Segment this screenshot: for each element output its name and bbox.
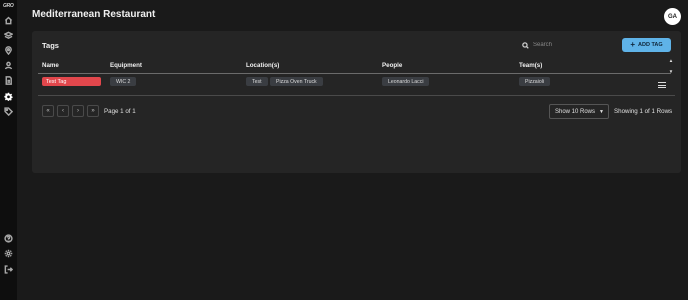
tags-card: Tags + ADD TAG ▲ ▼ Name Equipment Locati… xyxy=(32,31,681,173)
person-chip: Leonardo Lacci xyxy=(382,77,430,86)
column-header-teams[interactable]: Team(s) xyxy=(519,62,542,69)
app-logo: GRO xyxy=(3,3,14,9)
header-divider xyxy=(38,73,671,74)
search-input[interactable] xyxy=(533,42,603,48)
app-root: GRO Mediterranean Restaurant GA Tags Sea… xyxy=(0,0,688,300)
sort-up-icon: ▲ xyxy=(668,58,674,63)
add-tag-button[interactable]: + ADD TAG xyxy=(622,38,671,52)
tag-icon[interactable] xyxy=(3,106,14,117)
plus-icon: + xyxy=(630,40,635,49)
showing-count: Showing 1 of 1 Rows xyxy=(614,108,673,115)
row-menu-icon[interactable] xyxy=(658,82,666,88)
sidebar: GRO xyxy=(0,0,17,300)
layers-icon[interactable] xyxy=(3,30,14,41)
location-chip: Pizza Oven Truck xyxy=(270,77,323,86)
avatar[interactable]: GA xyxy=(664,8,681,25)
add-tag-label: ADD TAG xyxy=(638,42,663,48)
equipment-chip: WIC 2 xyxy=(110,77,137,86)
logout-icon[interactable] xyxy=(3,264,14,275)
team-chip: Pizzaioli xyxy=(519,77,551,86)
column-header-locations[interactable]: Location(s) xyxy=(246,62,279,69)
sort-toggle[interactable]: ▲ ▼ xyxy=(668,58,674,74)
column-header-name[interactable]: Name xyxy=(42,62,59,69)
settings-icon[interactable] xyxy=(3,248,14,259)
card-title: Tags xyxy=(42,41,59,50)
first-page-button[interactable]: « xyxy=(42,105,54,117)
location-pin-icon[interactable] xyxy=(3,45,14,56)
page-title: Mediterranean Restaurant xyxy=(32,9,156,20)
page-indicator: Page 1 of 1 xyxy=(104,108,136,115)
document-icon[interactable] xyxy=(3,75,14,86)
prev-page-button[interactable]: ‹ xyxy=(57,105,69,117)
tag-name-chip[interactable]: Test Tag xyxy=(42,77,101,86)
column-header-equipment[interactable]: Equipment xyxy=(110,62,142,69)
search-box xyxy=(522,39,612,51)
home-icon[interactable] xyxy=(3,15,14,26)
help-icon[interactable] xyxy=(3,233,14,244)
rows-per-page-select[interactable]: Show 10 Rows ▼ xyxy=(549,104,609,119)
next-page-button[interactable]: › xyxy=(72,105,84,117)
user-icon[interactable] xyxy=(3,60,14,71)
search-icon xyxy=(522,41,529,49)
chevron-down-icon: ▼ xyxy=(599,108,604,115)
rows-per-page-value: Show 10 Rows xyxy=(555,108,596,115)
last-page-button[interactable]: » xyxy=(87,105,99,117)
gear-icon[interactable] xyxy=(3,91,14,102)
location-chip: Test xyxy=(246,77,268,86)
row-divider xyxy=(38,95,675,96)
column-header-people[interactable]: People xyxy=(382,62,402,69)
